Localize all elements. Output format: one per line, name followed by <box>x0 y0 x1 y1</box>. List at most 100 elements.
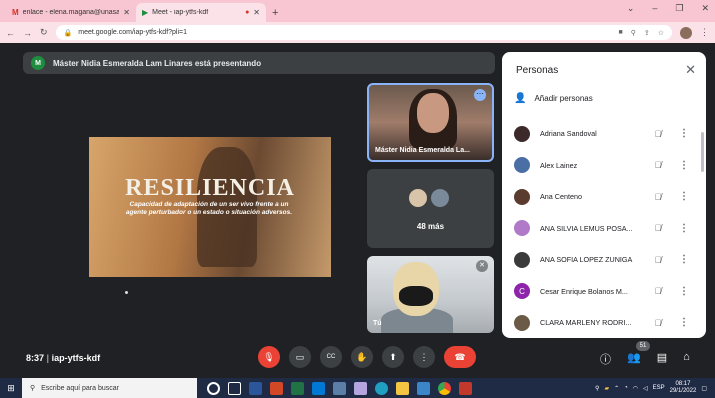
menu-icon[interactable]: ⋮ <box>700 27 709 38</box>
list-item[interactable]: Alex Lainez 🎙̸ ⋮ <box>502 150 706 182</box>
close-tab-icon[interactable]: ✕ <box>123 8 130 17</box>
people-icon[interactable]: 👥 <box>627 351 641 367</box>
chat-icon[interactable]: ▤ <box>657 351 667 367</box>
app-icon[interactable] <box>354 381 367 395</box>
zoom-icon[interactable]: ⚲ <box>631 29 636 37</box>
tab-meet[interactable]: ▶ Meet - iap-ytfs-kdf ● ✕ <box>136 3 266 22</box>
meet-stage: M Máster Nidia Esmeralda Lam Linares est… <box>0 43 715 378</box>
active-app-icon[interactable] <box>459 381 472 395</box>
tile-options-icon[interactable]: ⋯ <box>474 89 486 101</box>
meet-icon: ▶ <box>142 8 149 17</box>
info-icon[interactable]: ⓘ <box>600 351 611 367</box>
captions-button[interactable]: CC <box>320 346 342 368</box>
tab-gmail[interactable]: M enlace - elena.magana@unasa.e ✕ <box>6 3 136 22</box>
presenter-video-tile[interactable]: ⋯ Máster Nidia Esmeralda La... <box>367 83 494 162</box>
chevron-up-icon[interactable]: ⌃ <box>614 385 619 392</box>
more-options-icon[interactable]: ⋮ <box>674 160 694 171</box>
more-options-icon[interactable]: ⋮ <box>674 317 694 328</box>
close-tab-icon[interactable]: ✕ <box>253 8 260 17</box>
add-person-icon: 👤 <box>514 93 527 104</box>
new-tab-button[interactable]: + <box>272 7 278 19</box>
notifications-icon[interactable]: ▢ <box>701 385 707 392</box>
volume-icon[interactable]: ◁ <box>643 385 648 392</box>
more-options-icon[interactable]: ⋮ <box>674 254 694 265</box>
edge-icon[interactable] <box>375 381 388 395</box>
mail-icon[interactable] <box>312 381 325 395</box>
reload-icon[interactable]: ↻ <box>40 27 48 38</box>
list-item[interactable]: ANA SOFIA LOPEZ ZUNIGA 🎙̸ ⋮ <box>502 244 706 276</box>
more-options-button[interactable]: ⋮ <box>413 346 435 368</box>
activities-icon[interactable]: ⌂ <box>683 351 690 367</box>
network-icon[interactable]: ◔ <box>624 385 628 391</box>
people-tray-icon[interactable]: ⚲ <box>595 385 599 392</box>
mic-off-icon: 🎙̸ <box>654 160 662 171</box>
side-controls: ⓘ 👥 ▤ ⌂ <box>600 351 690 367</box>
star-icon[interactable]: ☆ <box>658 29 664 37</box>
wifi-icon[interactable]: ◠ <box>633 385 638 392</box>
word-icon[interactable] <box>249 381 262 395</box>
language-indicator[interactable]: ESP <box>653 385 665 391</box>
windows-start-icon[interactable]: ⊞ <box>0 383 22 394</box>
system-tray: ⚲ ▰ ⌃ ◔ ◠ ◁ ESP 08:17 29/1/2022 ▢ <box>595 381 715 395</box>
more-options-icon: ⋮ <box>419 351 429 362</box>
participant-name: Alex Lainez <box>540 160 578 170</box>
list-item[interactable]: CLARA MARLENY RODRI... 🎙̸ ⋮ <box>502 307 706 338</box>
leave-call-button[interactable]: ☎ <box>444 346 476 368</box>
excel-icon[interactable] <box>291 381 304 395</box>
maximize-icon[interactable]: ❐ <box>675 3 683 14</box>
taskbar-clock[interactable]: 08:17 29/1/2022 <box>670 381 697 395</box>
url-field[interactable]: 🔒 meet.google.com/iap-ytfs-kdf?pli=1 ■ ⚲… <box>55 25 672 40</box>
more-options-icon[interactable]: ⋮ <box>674 128 694 139</box>
presenting-banner: M Máster Nidia Esmeralda Lam Linares est… <box>23 52 495 74</box>
chrome-icon[interactable] <box>438 381 451 395</box>
cursor-dot <box>125 291 128 294</box>
participant-avatar <box>407 187 429 209</box>
raise-hand-button[interactable]: ✋ <box>351 346 373 368</box>
participant-avatar <box>429 187 451 209</box>
more-options-icon[interactable]: ⋮ <box>674 223 694 234</box>
more-options-icon[interactable]: ⋮ <box>674 191 694 202</box>
mic-off-icon: ✕ <box>476 260 488 272</box>
forward-icon[interactable]: → <box>23 28 32 38</box>
url-text: meet.google.com/iap-ytfs-kdf?pli=1 <box>78 29 188 36</box>
mic-off-icon: 🎙̸ <box>654 286 662 297</box>
back-icon[interactable]: ← <box>6 28 15 38</box>
list-item[interactable]: Adriana Sandoval 🎙̸ ⋮ <box>502 118 706 150</box>
list-item[interactable]: C Cesar Enrique Bolanos M... 🎙̸ ⋮ <box>502 276 706 308</box>
folder-tray-icon[interactable]: ▰ <box>604 385 609 392</box>
scrollbar[interactable] <box>701 132 704 172</box>
presenter-avatar: M <box>31 56 45 70</box>
task-view-icon[interactable] <box>228 381 241 395</box>
more-options-icon[interactable]: ⋮ <box>674 286 694 297</box>
store-icon[interactable] <box>333 381 346 395</box>
share-icon[interactable]: ⇪ <box>644 29 650 37</box>
file-explorer-icon[interactable] <box>396 381 409 395</box>
profile-avatar[interactable] <box>680 26 692 39</box>
photos-icon[interactable] <box>417 381 430 395</box>
close-icon[interactable]: ✕ <box>685 62 696 78</box>
meeting-code: iap-ytfs-kdf <box>51 353 101 363</box>
more-count: 48 más <box>416 222 445 231</box>
close-icon[interactable]: ✕ <box>701 3 709 14</box>
mic-toggle-button[interactable]: 🎙 <box>258 346 280 368</box>
minimize-icon[interactable]: – <box>652 3 657 14</box>
present-button[interactable]: ⬆ <box>382 346 404 368</box>
participant-name: ANA SOFIA LOPEZ ZUNIGA <box>540 255 633 265</box>
self-video-tile[interactable]: ✕ Tú <box>367 256 494 333</box>
add-people-button[interactable]: 👤 Añadir personas <box>514 93 593 104</box>
more-participants-tile[interactable]: 48 más <box>367 169 494 248</box>
window-controls: ⌄ – ❐ ✕ <box>627 3 709 14</box>
participant-name: CLARA MARLENY RODRI... <box>540 318 632 328</box>
taskbar-search[interactable]: ⚲ Escribe aquí para buscar <box>22 378 197 398</box>
browser-tab-bar: M enlace - elena.magana@unasa.e ✕ ▶ Meet… <box>0 0 715 22</box>
camera-icon[interactable]: ■ <box>618 29 622 37</box>
list-item[interactable]: Ana Centeno 🎙̸ ⋮ <box>502 181 706 213</box>
search-icon: ⚲ <box>30 385 36 392</box>
list-item[interactable]: ANA SILVIA LEMUS POSA... 🎙̸ ⋮ <box>502 213 706 245</box>
camera-toggle-button[interactable]: ▭ <box>289 346 311 368</box>
self-label: Tú <box>373 320 382 327</box>
cortana-icon[interactable] <box>207 381 220 395</box>
meeting-time: 8:37 <box>26 353 45 363</box>
powerpoint-icon[interactable] <box>270 381 283 395</box>
chevron-down-icon[interactable]: ⌄ <box>627 3 635 14</box>
